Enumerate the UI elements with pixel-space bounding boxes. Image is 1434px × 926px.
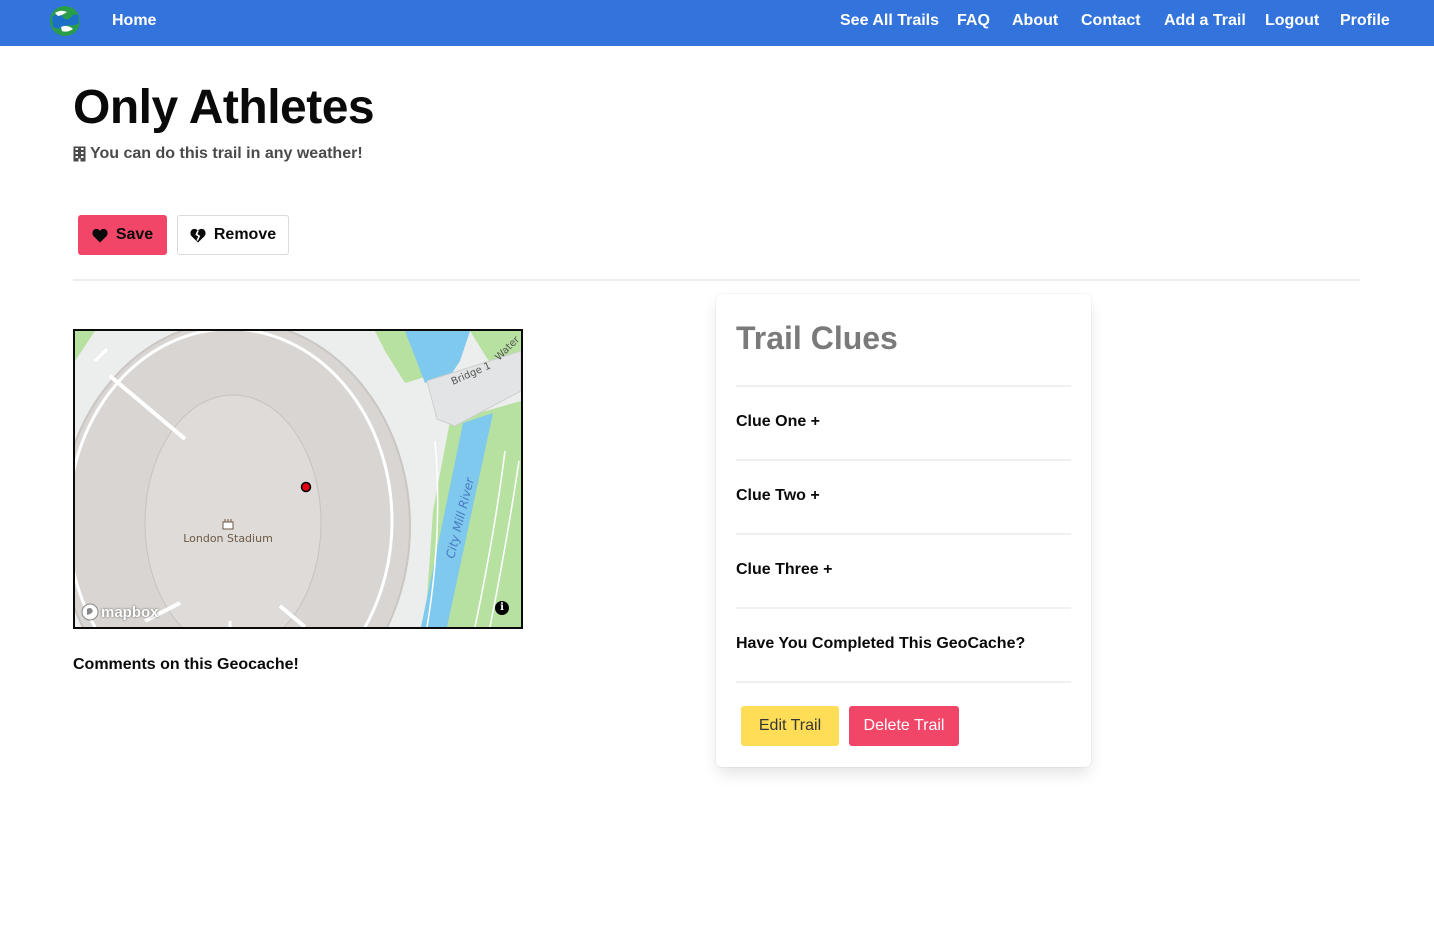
map-water-label: Water xyxy=(493,334,521,363)
map-bridge-label: Bridge 1 xyxy=(450,361,493,388)
trail-map[interactable]: London Stadium City Mill River Bridge 1 … xyxy=(73,329,523,629)
clue-divider xyxy=(736,533,1071,535)
nav-contact-link[interactable]: Contact xyxy=(1081,0,1141,44)
clue-divider xyxy=(736,607,1071,609)
building-icon xyxy=(73,146,86,162)
nav-faq-link[interactable]: FAQ xyxy=(957,0,990,44)
trail-clues-card: Trail Clues Clue One + Clue Two + Clue T… xyxy=(716,294,1091,767)
clue-two-toggle[interactable]: Clue Two + xyxy=(736,487,820,505)
clue-divider xyxy=(736,459,1071,461)
navbar: Home See All Trails FAQ About Contact Ad… xyxy=(0,0,1434,46)
remove-button-label: Remove xyxy=(213,226,277,243)
nav-add-trail-link[interactable]: Add a Trail xyxy=(1164,0,1246,44)
clue-three-toggle[interactable]: Clue Three + xyxy=(736,561,832,579)
remove-button[interactable]: Remove xyxy=(177,215,289,255)
nav-about-link[interactable]: About xyxy=(1012,0,1058,44)
mapbox-icon xyxy=(81,603,99,621)
comments-heading: Comments on this Geocache! xyxy=(73,656,299,673)
weather-note: You can do this trail in any weather! xyxy=(73,145,363,163)
save-button[interactable]: Save xyxy=(78,215,167,255)
clue-divider xyxy=(736,385,1071,387)
heart-icon xyxy=(92,228,108,242)
save-button-label: Save xyxy=(115,226,154,243)
trail-clues-heading: Trail Clues xyxy=(736,320,898,356)
nav-see-all-trails-link[interactable]: See All Trails xyxy=(840,0,939,44)
weather-note-text: You can do this trail in any weather! xyxy=(90,145,363,162)
edit-trail-button[interactable]: Edit Trail xyxy=(741,706,839,746)
delete-trail-button[interactable]: Delete Trail xyxy=(849,706,959,746)
clue-divider xyxy=(736,681,1071,683)
completed-geocache-toggle[interactable]: Have You Completed This GeoCache? xyxy=(736,635,1025,653)
clue-one-toggle[interactable]: Clue One + xyxy=(736,413,820,431)
globe-logo-icon[interactable] xyxy=(49,5,81,37)
section-divider xyxy=(73,279,1360,281)
mapbox-attribution: mapbox xyxy=(101,603,159,621)
nav-profile-link[interactable]: Profile xyxy=(1340,0,1390,44)
nav-home-link[interactable]: Home xyxy=(112,0,156,44)
map-place-label: London Stadium xyxy=(183,532,273,545)
nav-logout-link[interactable]: Logout xyxy=(1265,0,1319,44)
map-river-label: City Mill River xyxy=(443,475,477,560)
map-labels: London Stadium City Mill River Bridge 1 … xyxy=(183,334,521,560)
broken-heart-icon xyxy=(190,228,206,242)
page-title: Only Athletes xyxy=(73,81,375,134)
mapbox-logo[interactable]: mapbox xyxy=(81,603,159,621)
map-info-icon[interactable]: i xyxy=(495,601,509,615)
